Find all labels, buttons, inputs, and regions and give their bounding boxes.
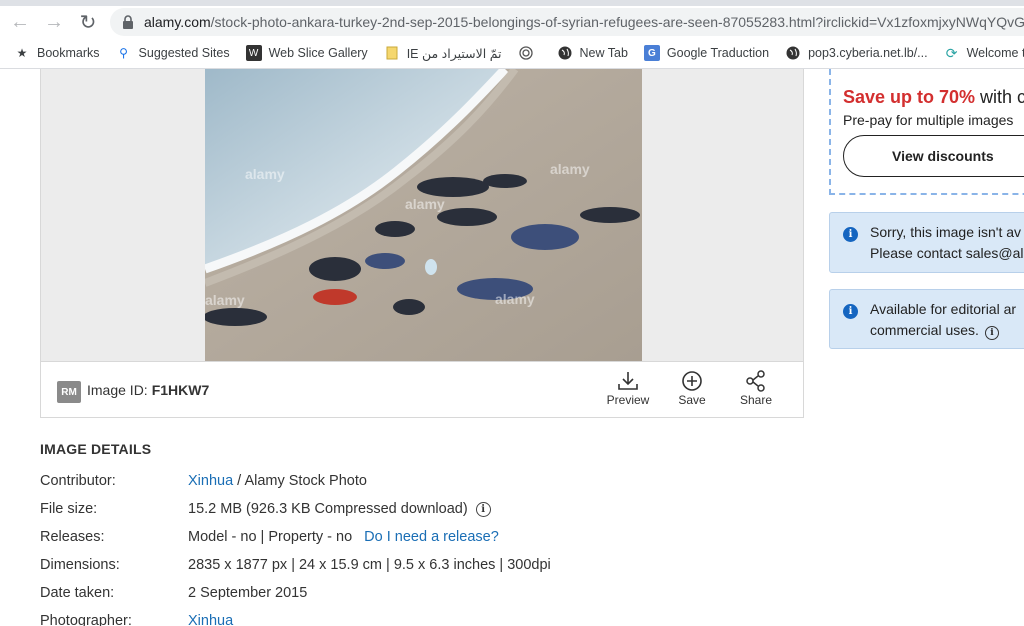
contributor-link[interactable]: Xinhua: [188, 473, 233, 489]
photographer-label: Photographer:: [40, 613, 132, 626]
image-id: Image ID: F1HKW7: [87, 382, 209, 398]
bookmark-google-traduction[interactable]: G Google Traduction: [643, 45, 770, 61]
bookmark-label: Google Traduction: [666, 46, 770, 60]
browser-toolbar: ← → ↻ alamy.com/stock-photo-ankara-turke…: [0, 6, 1024, 38]
date-taken-value: 2 September 2015: [188, 585, 308, 601]
bookmark-welcome-rapid[interactable]: ⟳ Welcome to RAPID: [944, 45, 1024, 61]
releases-value: Model - no | Property - no: [188, 529, 353, 545]
bookmark-label: Welcome to RAPID: [966, 46, 1024, 60]
editorial-line-2: commercial uses.: [870, 322, 979, 338]
folder-icon: [384, 45, 400, 61]
editorial-notice: i Available for editorial ar commercial u…: [829, 289, 1024, 349]
download-icon: [618, 372, 638, 390]
releases-label: Releases:: [40, 529, 105, 545]
bookmark-label: Suggested Sites: [138, 46, 230, 60]
unavailable-line-1: Sorry, this image isn't av: [870, 224, 1022, 240]
bookmark-label: Bookmarks: [37, 46, 100, 60]
lock-icon: [123, 15, 133, 29]
reload-icon[interactable]: ↻: [74, 8, 102, 36]
forward-arrow-icon[interactable]: →: [40, 8, 68, 36]
date-taken-label: Date taken:: [40, 585, 115, 601]
promo-subtext: Pre-pay for multiple images: [843, 112, 1014, 128]
bookmark-suggested-sites[interactable]: ⚲ Suggested Sites: [116, 45, 230, 61]
discount-promo: Save up to 70% with c Pre-pay for multip…: [829, 69, 1024, 195]
info-icon: i: [843, 304, 858, 319]
view-discounts-button[interactable]: View discounts: [843, 135, 1024, 177]
photographer-link[interactable]: Xinhua: [188, 613, 233, 626]
image-details: IMAGE DETAILS Contributor: Xinhua / Alam…: [40, 441, 800, 626]
dimensions-label: Dimensions:: [40, 557, 120, 573]
contributor-label: Contributor:: [40, 473, 116, 489]
info-icon[interactable]: i: [475, 501, 491, 517]
page-content: alamy alamy alamy alamy alamy RM Image ID: F1…: [0, 69, 1024, 626]
url-text: alamy.com/stock-photo-ankara-turkey-2nd-…: [144, 14, 1024, 30]
image-id-value: F1HKW7: [151, 382, 210, 398]
unavailable-line-2: Please contact sales@al: [870, 245, 1024, 261]
info-icon[interactable]: i: [984, 326, 999, 340]
stock-photo[interactable]: alamy alamy alamy alamy alamy: [205, 69, 642, 361]
url-host: alamy.com: [144, 14, 211, 30]
date-taken-row: Date taken: 2 September 2015: [40, 579, 800, 607]
share-icon: [746, 370, 765, 392]
star-icon: ★: [16, 46, 28, 60]
dimensions-row: Dimensions: 2835 x 1877 px | 24 x 15.9 c…: [40, 551, 800, 579]
target-icon: [518, 45, 534, 61]
promo-headline: Save up to 70% with c: [843, 87, 1024, 108]
editorial-line-1: Available for editorial ar: [870, 301, 1017, 317]
globe-icon: [557, 45, 573, 61]
url-path: /stock-photo-ankara-turkey-2nd-sep-2015-…: [210, 14, 1024, 30]
svg-text:alamy: alamy: [495, 291, 535, 307]
promo-save-text: Save up to 70%: [843, 87, 976, 107]
bookmark-new-tab[interactable]: New Tab: [557, 45, 628, 61]
filesize-label: File size:: [40, 501, 98, 517]
preview-button[interactable]: Preview: [598, 370, 658, 407]
svg-text:alamy: alamy: [245, 166, 285, 182]
save-button[interactable]: Save: [662, 370, 722, 407]
image-info-bar: RM Image ID: F1HKW7 Preview Save Share: [40, 361, 804, 418]
image-id-label: Image ID:: [87, 382, 148, 398]
bookmark-label: New Tab: [579, 46, 628, 60]
plus-circle-icon: [682, 371, 702, 391]
save-label: Save: [678, 393, 706, 407]
info-icon: i: [843, 227, 858, 242]
rights-managed-badge: RM: [57, 381, 81, 403]
bookmark-bookmarks[interactable]: ★ Bookmarks: [14, 45, 100, 61]
search-icon: ⚲: [119, 46, 128, 60]
webslice-icon: W: [245, 45, 262, 61]
release-help-link[interactable]: Do I need a release?: [364, 529, 499, 545]
filesize-row: File size: 15.2 MB (926.3 KB Compressed …: [40, 495, 800, 523]
bookmark-web-slice-gallery[interactable]: W Web Slice Gallery: [245, 45, 368, 61]
rapid-icon: ⟳: [945, 44, 958, 61]
filesize-value: 15.2 MB (926.3 KB Compressed download): [188, 501, 468, 517]
details-heading: IMAGE DETAILS: [40, 441, 152, 457]
svg-text:alamy: alamy: [405, 196, 445, 212]
unavailable-text: Sorry, this image isn't av Please contact…: [870, 222, 1024, 264]
svg-text:alamy: alamy: [205, 292, 245, 308]
share-label: Share: [739, 393, 773, 407]
contributor-row: Contributor: Xinhua / Alamy Stock Photo: [40, 467, 800, 495]
editorial-text: Available for editorial ar commercial use…: [870, 299, 1016, 341]
share-button[interactable]: Share: [726, 370, 786, 407]
translate-icon: G: [643, 45, 660, 61]
svg-text:alamy: alamy: [550, 161, 590, 177]
bookmark-label: Web Slice Gallery: [268, 46, 368, 60]
address-bar[interactable]: alamy.com/stock-photo-ankara-turkey-2nd-…: [110, 8, 1024, 36]
bookmark-pop3-cyberia[interactable]: pop3.cyberia.net.lb/...: [785, 45, 928, 61]
bookmarks-bar: ★ Bookmarks ⚲ Suggested Sites W Web Slice G…: [0, 38, 1024, 69]
bookmark-label: pop3.cyberia.net.lb/...: [808, 46, 928, 60]
bookmark-ie-imported[interactable]: IE تمّ الاستيراد من: [384, 45, 502, 61]
dimensions-value: 2835 x 1877 px | 24 x 15.9 cm | 9.5 x 6.…: [188, 557, 551, 573]
preview-label: Preview: [606, 393, 650, 407]
bookmark-label: IE تمّ الاستيراد من: [406, 46, 502, 61]
back-arrow-icon[interactable]: ←: [6, 8, 34, 36]
globe-icon: [785, 45, 801, 61]
releases-row: Releases: Model - no | Property - no Do …: [40, 523, 800, 551]
contributor-suffix: / Alamy Stock Photo: [233, 473, 367, 489]
promo-save-rest: with c: [975, 87, 1024, 107]
photographer-row: Photographer: Xinhua: [40, 607, 800, 626]
unavailable-notice: i Sorry, this image isn't av Please conta…: [829, 212, 1024, 273]
bookmark-target[interactable]: [518, 45, 541, 61]
